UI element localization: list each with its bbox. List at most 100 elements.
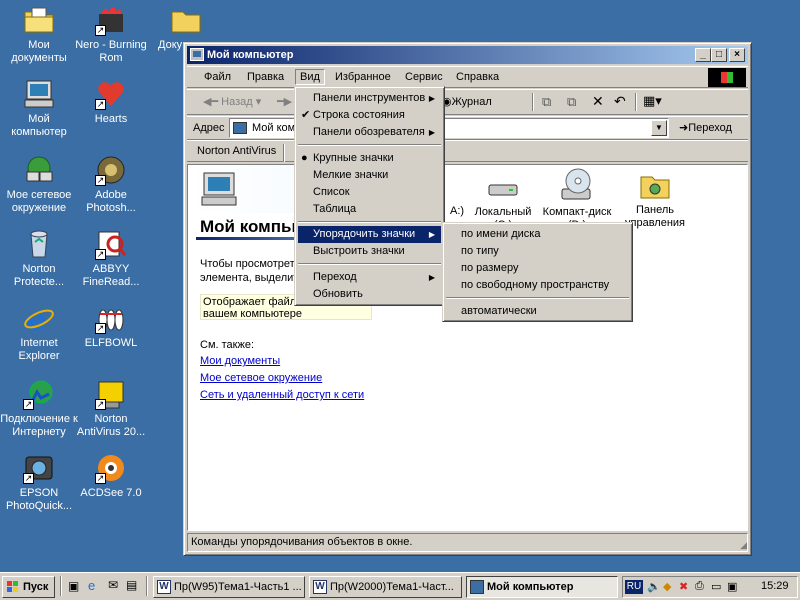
menu-tools[interactable]: Сервис xyxy=(405,71,443,83)
outlook-quicklaunch-icon[interactable]: ✉ xyxy=(108,578,118,592)
desktop-icon-norton-protected[interactable]: Norton Protecte... xyxy=(0,228,78,289)
ie-quicklaunch-icon[interactable]: e xyxy=(88,578,95,593)
views-icon[interactable]: ▦▾ xyxy=(643,93,662,109)
clock[interactable]: 15:29 xyxy=(761,580,789,592)
address-dropdown-button[interactable]: ▼ xyxy=(651,120,667,136)
maximize-button[interactable]: □ xyxy=(711,48,727,62)
taskbar-task-word-2[interactable]: W Пр(W2000)Тема1-Част... xyxy=(309,576,462,598)
close-button[interactable]: × xyxy=(729,48,745,62)
desktop-icon-finereader[interactable]: ↗ ABBYY FineRead... xyxy=(72,228,150,289)
forward-button[interactable]: ━▶ xyxy=(277,95,292,108)
quicklaunch-app-icon[interactable]: ▤ xyxy=(126,578,137,592)
menu-file[interactable]: Файл xyxy=(204,71,231,83)
menu-item-refresh[interactable]: Обновить xyxy=(298,286,441,303)
menu-item-go-to[interactable]: Переход ▶ xyxy=(298,269,441,286)
desktop-icon-acdsee[interactable]: ↗ ACDSee 7.0 xyxy=(72,452,150,500)
desktop-icon-norton-antivirus[interactable]: ↗ Norton AntiVirus 20... xyxy=(72,378,150,439)
checkmark-icon: ✔ xyxy=(301,109,311,121)
link-my-documents[interactable]: Мои документы xyxy=(200,355,280,367)
taskbar-task-word-1[interactable]: W Пр(W95)Тема1-Часть1 ... xyxy=(153,576,305,598)
taskbar: Пуск ▣ e ✉ ▤ W Пр(W95)Тема1-Часть1 ... W… xyxy=(0,572,800,600)
show-desktop-icon[interactable]: ▣ xyxy=(68,579,79,593)
tray-app-icon[interactable]: ▣ xyxy=(727,580,737,593)
norton-icon: ↗ xyxy=(95,378,127,410)
norton-tray-icon[interactable]: ◆ xyxy=(663,580,671,593)
printer-tray-icon[interactable]: ⎙ xyxy=(695,580,704,593)
copy-to-icon[interactable]: ⧉ xyxy=(567,94,576,110)
taskbar-separator xyxy=(146,576,148,596)
menu-help[interactable]: Справка xyxy=(456,71,499,83)
forward-arrow-icon: ━▶ xyxy=(277,96,293,108)
toolbar-separator xyxy=(283,144,285,162)
submenu-item-by-drive-letter[interactable]: по имени диска xyxy=(446,226,629,243)
move-to-icon[interactable]: ⧉ xyxy=(542,94,551,110)
delete-icon[interactable]: ✕ xyxy=(592,93,604,110)
desktop-icon-my-computer[interactable]: Мой компьютер xyxy=(0,78,78,139)
menu-edit[interactable]: Правка xyxy=(247,71,284,83)
banner-computer-icon xyxy=(201,172,237,206)
menu-item-explorer-bars[interactable]: Панели обозревателя ▶ xyxy=(298,124,441,141)
title-bar[interactable]: Мой компьютер _ □ × xyxy=(187,46,748,64)
start-button[interactable]: Пуск xyxy=(2,576,55,598)
system-tray: RU 🔈 ◆ ✖ ⎙ ▭ ▣ 15:29 xyxy=(622,576,798,598)
submenu-item-auto-arrange[interactable]: автоматически xyxy=(446,303,629,320)
intro-text: Чтобы просмотреть содержимое элемента, в… xyxy=(200,258,300,284)
desktop-icon-epson[interactable]: ↗ EPSON PhotoQuick... xyxy=(0,452,78,513)
desktop-icon-elfbowl[interactable]: ↗ ELFBOWL xyxy=(72,302,150,350)
elfbowl-icon: ↗ xyxy=(95,302,127,334)
desktop-icon-nero[interactable]: ↗ Nero - Burning Rom xyxy=(72,4,150,65)
network-tray-icon[interactable]: ✖ xyxy=(679,580,688,593)
back-button[interactable]: ◀━ Назад ▾ xyxy=(203,95,261,108)
submenu-item-by-type[interactable]: по типу xyxy=(446,243,629,260)
shortcut-arrow-icon: ↗ xyxy=(95,399,106,410)
menu-item-line-up-icons[interactable]: Выстроить значки xyxy=(298,243,441,260)
menu-view[interactable]: Вид xyxy=(295,69,325,85)
menu-item-status-bar[interactable]: ✔ Строка состояния xyxy=(298,107,441,124)
taskbar-task-my-computer[interactable]: Мой компьютер xyxy=(466,576,618,598)
resize-grip-icon[interactable]: ◢ xyxy=(740,540,747,551)
menu-item-toolbars[interactable]: Панели инструментов ▶ xyxy=(298,90,441,107)
menu-item-details[interactable]: Таблица xyxy=(298,201,441,218)
links-bar: Norton AntiVirus xyxy=(187,140,748,162)
link-dialup-network[interactable]: Сеть и удаленный доступ к сети xyxy=(200,389,364,401)
desktop-icon-photoshop[interactable]: ↗ Adobe Photosh... xyxy=(72,154,150,215)
view-menu: Панели инструментов ▶ ✔ Строка состояния П… xyxy=(294,86,445,306)
word-doc-icon: W xyxy=(157,580,171,594)
norton-antivirus-link[interactable]: Norton AntiVirus xyxy=(197,145,276,157)
finereader-icon: ↗ xyxy=(95,228,127,260)
menu-separator xyxy=(446,297,629,299)
menu-favorites[interactable]: Избранное xyxy=(335,71,391,83)
control-panel-icon xyxy=(640,176,670,199)
desktop-icon-my-documents[interactable]: Мои документы xyxy=(0,4,78,65)
monitor-tray-icon[interactable]: ▭ xyxy=(711,580,721,593)
my-computer-icon xyxy=(23,78,55,110)
desktop-icon-connect-internet[interactable]: ↗ Подключение к Интернету xyxy=(0,378,78,439)
menu-item-list[interactable]: Список xyxy=(298,184,441,201)
language-indicator[interactable]: RU xyxy=(625,580,643,594)
radio-bullet-icon: ● xyxy=(301,152,308,164)
acdsee-icon: ↗ xyxy=(95,452,127,484)
undo-icon[interactable]: ↶ xyxy=(614,93,626,110)
speaker-icon[interactable]: 🔈 xyxy=(647,580,661,593)
menu-bar: Файл Правка Вид Избранное Сервис Справка xyxy=(187,66,748,88)
menu-separator xyxy=(298,221,441,223)
submenu-item-by-size[interactable]: по размеру xyxy=(446,260,629,277)
recycle-bin-icon xyxy=(23,228,55,260)
desktop-icon-hearts[interactable]: ↗ Hearts xyxy=(72,78,150,126)
submenu-item-by-free-space[interactable]: по свободному пространству xyxy=(446,277,629,294)
menu-item-small-icons[interactable]: Мелкие значки xyxy=(298,167,441,184)
desktop-icon-network[interactable]: Мое сетевое окружение xyxy=(0,154,78,215)
journal-button[interactable]: ◉Журнал xyxy=(442,95,492,108)
windows-logo-icon xyxy=(708,68,746,87)
drive-a[interactable]: A:) xyxy=(450,205,464,217)
link-network[interactable]: Мое сетевое окружение xyxy=(200,372,322,384)
folder-documents-icon xyxy=(23,4,55,36)
go-button[interactable]: ➜Переход xyxy=(679,121,732,134)
control-panel[interactable]: Панель управления xyxy=(620,169,690,230)
photoshop-icon: ↗ xyxy=(95,154,127,186)
minimize-button[interactable]: _ xyxy=(695,48,711,62)
menu-item-large-icons[interactable]: ● Крупные значки xyxy=(298,150,441,167)
menu-item-arrange-icons[interactable]: Упорядочить значки ▶ xyxy=(298,226,441,243)
toolbar-separator xyxy=(635,93,637,111)
desktop-icon-internet-explorer[interactable]: e Internet Explorer xyxy=(0,300,78,363)
